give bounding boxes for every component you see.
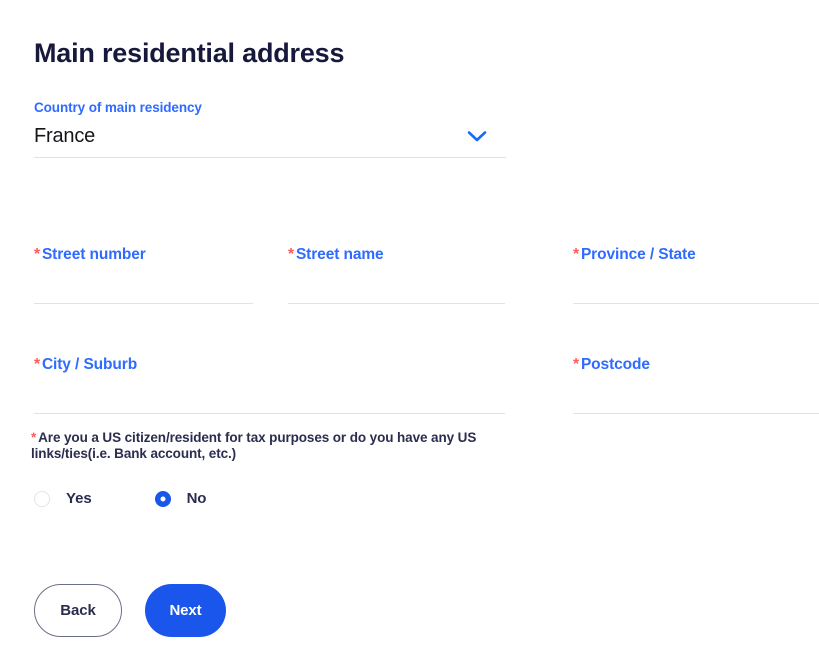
us-citizen-radio-group: Yes No [34, 490, 206, 507]
street-number-input[interactable] [34, 274, 253, 304]
next-button[interactable]: Next [145, 584, 226, 637]
street-name-label: * Street name [288, 246, 505, 274]
radio-mark-yes[interactable] [34, 490, 50, 507]
radio-label-yes: Yes [66, 490, 92, 507]
postcode-field: * Postcode [573, 356, 819, 414]
city-suburb-label-text: City / Suburb [41, 356, 138, 373]
street-name-input[interactable] [288, 274, 505, 304]
city-suburb-label: * City / Suburb [34, 356, 505, 384]
us-citizen-question: * Are you a US citizen/resident for tax p… [31, 430, 511, 462]
radio-option-no[interactable]: No [154, 490, 207, 507]
city-suburb-input[interactable] [34, 384, 505, 414]
country-select[interactable]: France [34, 115, 506, 158]
street-name-field: * Street name [288, 246, 505, 304]
street-number-field: * Street number [34, 246, 253, 304]
street-number-label-text: Street number [41, 246, 146, 263]
required-asterisk: * [573, 246, 579, 263]
street-number-label: * Street number [34, 246, 253, 274]
required-asterisk: * [288, 246, 294, 263]
province-state-label-text: Province / State [580, 246, 696, 263]
required-asterisk: * [31, 430, 37, 445]
province-state-label: * Province / State [573, 246, 819, 274]
radio-mark-no[interactable] [154, 490, 171, 507]
street-name-label-text: Street name [295, 246, 384, 263]
country-selected-value: France [34, 124, 96, 147]
postcode-input[interactable] [573, 384, 819, 414]
required-asterisk: * [573, 356, 579, 373]
required-asterisk: * [34, 356, 40, 373]
address-form-page: Main residential address Country of main… [0, 0, 819, 658]
province-state-input[interactable] [573, 274, 819, 304]
form-navigation: Back Next [34, 584, 226, 637]
radio-option-yes[interactable]: Yes [34, 490, 92, 507]
us-citizen-question-text: Are you a US citizen/resident for tax pu… [31, 430, 477, 461]
country-label: Country of main residency [34, 100, 202, 115]
radio-label-no: No [186, 490, 207, 507]
postcode-label: * Postcode [573, 356, 819, 384]
back-button[interactable]: Back [34, 584, 122, 637]
required-asterisk: * [34, 246, 40, 263]
city-suburb-field: * City / Suburb [34, 356, 505, 414]
chevron-down-icon[interactable] [464, 123, 490, 149]
postcode-label-text: Postcode [580, 356, 650, 373]
country-field-group: Country of main residency France [34, 100, 506, 158]
province-state-field: * Province / State [573, 246, 819, 304]
page-title: Main residential address [34, 38, 345, 68]
